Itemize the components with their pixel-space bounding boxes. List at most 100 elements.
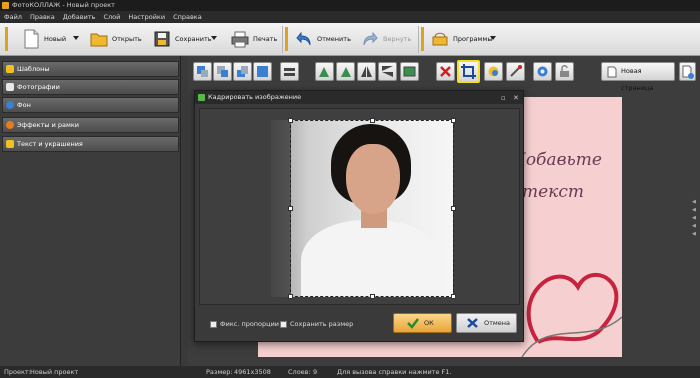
main-toolbar: Новый Открыть Сохранить Печать Отменить … <box>0 23 700 56</box>
fix-proportions-checkbox[interactable]: Фикс. пропорции <box>210 320 279 328</box>
crop-handle-right[interactable] <box>451 206 456 211</box>
sidebar-item-label: Текст и украшения <box>17 140 83 148</box>
rotate-left-icon <box>319 67 329 77</box>
crop-button[interactable] <box>457 60 480 83</box>
crop-preview-area <box>199 108 520 305</box>
delete-x-icon <box>440 66 451 77</box>
canvas-text-line2[interactable]: текст <box>522 182 584 202</box>
new-dropdown-arrow-icon[interactable] <box>73 36 79 40</box>
layer-front-button[interactable] <box>193 62 212 81</box>
color-button[interactable] <box>484 62 503 81</box>
layer-back-button[interactable] <box>253 62 272 81</box>
new-button-label: Новый <box>44 35 67 43</box>
cancel-button[interactable]: Отмена <box>456 313 517 333</box>
menu-bar: Файл Правка Добавить Слой Настройки Спра… <box>0 11 700 23</box>
star-icon <box>6 65 14 73</box>
crop-handle-top-right[interactable] <box>451 118 456 123</box>
photo-icon <box>6 83 14 91</box>
sidebar-item-photos[interactable]: Фотографии <box>2 79 179 95</box>
toolbar-accent <box>5 27 8 51</box>
new-document-icon <box>22 29 40 49</box>
crop-handle-top-left[interactable] <box>288 118 293 123</box>
page-add-icon <box>682 65 694 79</box>
crop-frame[interactable] <box>288 118 456 299</box>
flip-vertical-icon <box>382 66 393 77</box>
flip-vertical-button[interactable] <box>378 62 397 81</box>
crop-handle-bottom-right[interactable] <box>451 294 456 299</box>
rotate-right-button[interactable] <box>336 62 355 81</box>
crop-handle-bottom-left[interactable] <box>288 294 293 299</box>
crop-icon <box>461 64 476 79</box>
left-panel: Шаблоны Фотографии Фон Эффекты и рамки Т… <box>0 56 181 366</box>
save-dropdown-arrow-icon[interactable] <box>211 36 217 40</box>
programs-button[interactable]: Программы <box>431 27 492 51</box>
open-button[interactable]: Открыть <box>90 27 142 51</box>
layer-forward-button[interactable] <box>213 62 232 81</box>
effects-icon <box>6 121 14 129</box>
new-button[interactable]: Новый <box>22 27 66 51</box>
maximize-icon[interactable]: ▫ <box>501 92 506 105</box>
save-button-label: Сохранить <box>175 35 212 43</box>
ok-button-label: ОК <box>424 319 434 327</box>
undo-button-label: Отменить <box>317 35 351 43</box>
print-button[interactable]: Печать <box>231 27 277 51</box>
menu-file[interactable]: Файл <box>4 13 22 21</box>
effects-button[interactable] <box>506 62 525 81</box>
programs-button-label: Программы <box>453 35 493 43</box>
save-button[interactable]: Сохранить <box>153 27 212 51</box>
crop-handle-top[interactable] <box>370 118 375 123</box>
checkbox-box[interactable] <box>280 320 287 328</box>
side-scroll-arrows-icon[interactable]: ◀ ◀ ◀ ◀ ◀ <box>692 198 696 238</box>
page-add-button[interactable] <box>679 62 696 81</box>
menu-help[interactable]: Справка <box>173 13 202 21</box>
lock-icon <box>560 65 569 77</box>
status-help-text: Для вызова справки нажмите F1. <box>337 368 452 376</box>
folder-icon <box>90 29 108 49</box>
status-project-value: Новый проект <box>30 368 79 376</box>
flip-horizontal-button[interactable] <box>357 62 376 81</box>
cancel-button-label: Отмена <box>484 319 511 327</box>
keep-size-checkbox[interactable]: Сохранить размер <box>280 320 353 328</box>
sidebar-item-effects[interactable]: Эффекты и рамки <box>2 117 179 133</box>
open-button-label: Открыть <box>112 35 142 43</box>
redo-button[interactable]: Вернуть <box>361 27 411 51</box>
rotate-left-button[interactable] <box>315 62 334 81</box>
menu-edit[interactable]: Правка <box>30 13 55 21</box>
sidebar-item-label: Фотографии <box>17 83 60 91</box>
layer-front-icon <box>197 66 208 77</box>
menu-settings[interactable]: Настройки <box>128 13 165 21</box>
close-icon[interactable]: ✕ <box>513 92 519 105</box>
status-project-label: Проект: <box>4 368 31 376</box>
layer-backward-button[interactable] <box>233 62 252 81</box>
sidebar-item-text[interactable]: Текст и украшения <box>2 136 179 152</box>
magic-wand-icon <box>510 65 522 77</box>
undo-button[interactable]: Отменить <box>295 27 351 51</box>
menu-add[interactable]: Добавить <box>63 13 96 21</box>
sidebar-item-label: Фон <box>17 101 31 109</box>
size-button[interactable] <box>400 62 419 81</box>
sidebar-item-templates[interactable]: Шаблоны <box>2 61 179 77</box>
undo-icon <box>295 29 313 49</box>
new-page-button[interactable]: Новая страница <box>601 62 675 92</box>
crop-handle-bottom[interactable] <box>370 294 375 299</box>
delete-button[interactable] <box>436 62 455 81</box>
color-palette-icon <box>488 66 499 77</box>
programs-box-icon <box>431 29 449 49</box>
programs-dropdown-arrow-icon[interactable] <box>490 36 496 40</box>
checkbox-box[interactable] <box>210 320 217 328</box>
checkmark-icon <box>406 317 420 336</box>
lock-button[interactable] <box>555 62 574 81</box>
menu-layer[interactable]: Слой <box>103 13 120 21</box>
sidebar-item-background[interactable]: Фон <box>2 97 179 113</box>
canvas-text-line1[interactable]: Добавьте <box>512 150 602 170</box>
app-icon <box>2 2 9 9</box>
print-button-label: Печать <box>253 35 278 43</box>
rotate-right-icon <box>341 67 351 77</box>
crop-handle-left[interactable] <box>288 206 293 211</box>
settings-button[interactable] <box>533 62 552 81</box>
text-icon <box>6 140 14 148</box>
ok-button[interactable]: ОК <box>393 313 452 333</box>
new-page-icon <box>607 66 617 85</box>
align-button[interactable] <box>280 62 299 81</box>
crop-dialog-icon <box>198 94 205 101</box>
